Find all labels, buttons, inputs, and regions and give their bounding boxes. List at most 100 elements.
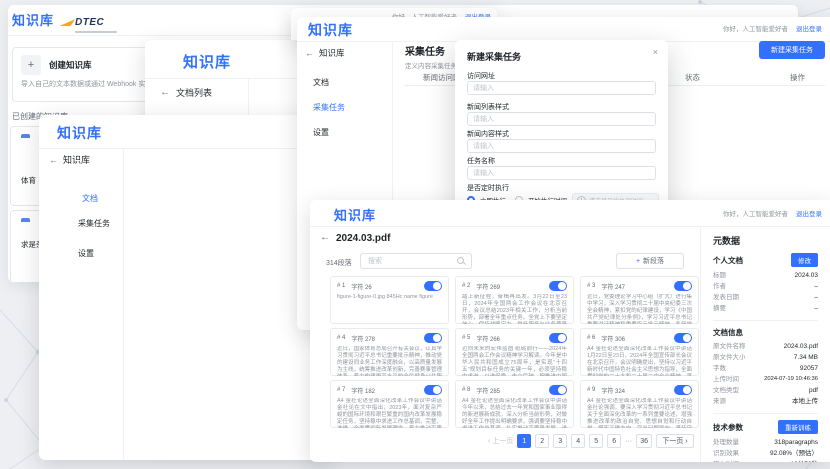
- pagination-page-5[interactable]: 5: [589, 434, 603, 448]
- meta-label: 识别效果: [713, 448, 739, 459]
- paragraph-toggle[interactable]: [674, 385, 692, 395]
- sidebar-item-collect-tasks[interactable]: 采集任务: [78, 218, 110, 229]
- meta-label: 来源: [713, 396, 726, 407]
- field-input-list-style[interactable]: [467, 112, 656, 126]
- pagination-page-4[interactable]: 4: [571, 434, 585, 448]
- meta-value: 2024.03.pdf: [784, 341, 818, 352]
- sidebar-item-documents[interactable]: 文档: [313, 77, 329, 88]
- paragraph-index: # 6: [587, 335, 595, 341]
- paragraph-toggle[interactable]: [674, 333, 692, 343]
- paragraph-toggle[interactable]: [549, 385, 567, 395]
- back-doc-list[interactable]: ← 文档列表: [160, 86, 212, 99]
- meta-label: 文档类型: [713, 385, 739, 396]
- paragraph-toggle[interactable]: [424, 281, 442, 291]
- brand-logo: DTEC: [62, 12, 117, 33]
- paragraph-toggle[interactable]: [424, 385, 442, 395]
- retrain-button[interactable]: 重新训练: [778, 420, 818, 434]
- paragraph-text: 迈向未来的宏伟蓝图 砥砺前行——2024年全国两会工作会议精神学习解读。今年是中…: [462, 346, 567, 376]
- logout-link[interactable]: 退出登录: [796, 208, 822, 218]
- meta-label: 处理数量: [713, 437, 739, 448]
- meta-label: 标题: [713, 270, 726, 281]
- pagination-page-2[interactable]: 2: [535, 434, 549, 448]
- pagination: ‹ 上一页 1 2 3 4 5 6 ··· 36 下一页 ›: [440, 434, 694, 448]
- add-paragraph-button[interactable]: + 新段落: [616, 253, 684, 269]
- paragraph-toggle[interactable]: [549, 281, 567, 291]
- paragraph-text: A4 金社论述全面深化改革工作会议中讲话 今年以来，总结过去一年党和国家事业取得…: [462, 398, 567, 428]
- metadata-title: 元数据: [713, 234, 818, 247]
- paragraph-index: # 4: [337, 335, 345, 341]
- paragraph-char-count: 字符 269: [476, 282, 500, 291]
- meta-label: 发表日期: [713, 292, 739, 303]
- divider: [713, 320, 818, 321]
- field-label-list-style: 新闻列表样式: [467, 102, 509, 112]
- paragraph-toggle[interactable]: [549, 333, 567, 343]
- plus-icon: +: [21, 55, 41, 75]
- page-title: 采集任务: [405, 43, 445, 58]
- paragraph-card[interactable]: # 6 字符 306 A4 金社论述全面深化改革工作会议中讲话 1月22日至23日…: [580, 328, 699, 376]
- field-input-task-name[interactable]: [467, 166, 656, 180]
- kb-back-label: 知识库: [63, 153, 90, 166]
- back-arrow-icon[interactable]: ←: [160, 87, 170, 98]
- paragraph-toggle[interactable]: [674, 281, 692, 291]
- search-input[interactable]: [366, 257, 453, 266]
- pagination-page-1[interactable]: 1: [517, 434, 531, 448]
- sidebar-item-settings[interactable]: 设置: [78, 248, 94, 259]
- paragraph-index: # 7: [337, 387, 345, 393]
- back-arrow-icon[interactable]: ←: [320, 232, 330, 243]
- paragraph-count: 314段落: [326, 258, 352, 268]
- back-kb[interactable]: ← 知识库: [305, 47, 345, 59]
- pagination-page-3[interactable]: 3: [553, 434, 567, 448]
- kb-back-label: 知识库: [319, 47, 345, 59]
- doc-info-label: 文档信息: [713, 327, 743, 338]
- pagination-prev[interactable]: ‹ 上一页: [488, 436, 513, 446]
- paragraph-card[interactable]: # 1字符 26 figure-1-figure-0.jpg 845Hc nam…: [330, 276, 449, 324]
- field-input-url[interactable]: [467, 81, 656, 95]
- meta-value: 92057: [800, 363, 818, 374]
- logo-text: DTEC: [75, 17, 104, 28]
- table-header-status: 状态: [685, 72, 700, 83]
- paragraph-index: # 3: [587, 283, 595, 289]
- sidebar-item-documents[interactable]: 文档: [82, 193, 98, 204]
- table-header-actions: 操作: [790, 72, 805, 83]
- paragraph-card[interactable]: # 2字符 269 踏上新征程，奋楫再出发。3月22日至23日，2024年全国两…: [455, 276, 574, 324]
- app-title: 知识库: [308, 20, 353, 40]
- pagination-page-6[interactable]: 6: [607, 434, 621, 448]
- back-arrow-icon[interactable]: ←: [305, 48, 314, 58]
- back-kb[interactable]: ← 知识库: [49, 153, 90, 166]
- field-label-url: 访问网址: [467, 71, 495, 81]
- paragraph-card[interactable]: # 9字符 324 A4 金社论述全面深化改革工作会议中讲话 金社论强调，要深入…: [580, 380, 699, 428]
- sidebar-item-collect-tasks[interactable]: 采集任务: [313, 102, 345, 113]
- paragraph-index: # 9: [587, 387, 595, 393]
- user-greeting: 你好，人工智能爱好者: [723, 23, 788, 33]
- back-arrow-icon[interactable]: ←: [49, 155, 58, 165]
- new-task-button[interactable]: 新建采集任务: [759, 41, 825, 59]
- paragraph-text: 近日，国家体育总局召开有关会议，认真学习贯彻习近平总书记重要批示精神，推动党的建…: [337, 346, 442, 376]
- logout-link[interactable]: 退出登录: [796, 23, 822, 33]
- create-kb-title: 创建知识库: [49, 59, 92, 71]
- meta-label: 原文件名称: [713, 341, 746, 352]
- schedule-label: 是否定时执行: [467, 183, 509, 193]
- paragraph-text: A4 金社论述全面深化改革工作会议中讲话 1月22日至23日，2024年全国宣传…: [587, 346, 692, 376]
- paragraph-card[interactable]: # 8字符 285 A4 金社论述全面深化改革工作会议中讲话 今年以来，总结过去…: [455, 380, 574, 428]
- close-icon[interactable]: ×: [653, 48, 658, 57]
- paragraph-char-count: 字符 306: [601, 334, 625, 343]
- pagination-page-36[interactable]: 36: [636, 434, 652, 448]
- edit-metadata-button[interactable]: 修改: [791, 253, 818, 267]
- field-input-content-style[interactable]: [467, 139, 656, 153]
- window-kb-detail: 知识库 ← 知识库 文档 采集任务 设置: [39, 115, 329, 460]
- meta-value: 318paragraphs: [774, 437, 818, 448]
- search-box[interactable]: [360, 253, 472, 269]
- paragraph-card[interactable]: # 5字符 266 迈向未来的宏伟蓝图 砥砺前行——2024年全国两会工作会议精…: [455, 328, 574, 376]
- plus-icon: +: [636, 258, 640, 265]
- pagination-next[interactable]: 下一页 ›: [656, 434, 694, 448]
- sidebar-item-settings[interactable]: 设置: [313, 127, 329, 138]
- paragraph-char-count: 字符 266: [476, 334, 500, 343]
- paragraph-toggle[interactable]: [424, 333, 442, 343]
- paragraph-index: # 1: [337, 283, 345, 289]
- paragraph-card[interactable]: # 3字符 247 近日，党委理论学习中心组（扩大）进行集中学习，深入学习贯彻二…: [580, 276, 699, 324]
- doc-list-label: 文档列表: [176, 86, 212, 99]
- screen: 知识库 DTEC + 创建知识库 导入自己的文本数据或通过 Webhook 实时…: [0, 0, 830, 469]
- paragraph-card[interactable]: # 7字符 182 A4 金社论述全面深化改革工作会议中讲话 金社论在文中指出，…: [330, 380, 449, 428]
- paragraph-index: # 2: [462, 283, 470, 289]
- paragraph-card[interactable]: # 4字符 278 近日，国家体育总局召开有关会议，认真学习贯彻习近平总书记重要…: [330, 328, 449, 376]
